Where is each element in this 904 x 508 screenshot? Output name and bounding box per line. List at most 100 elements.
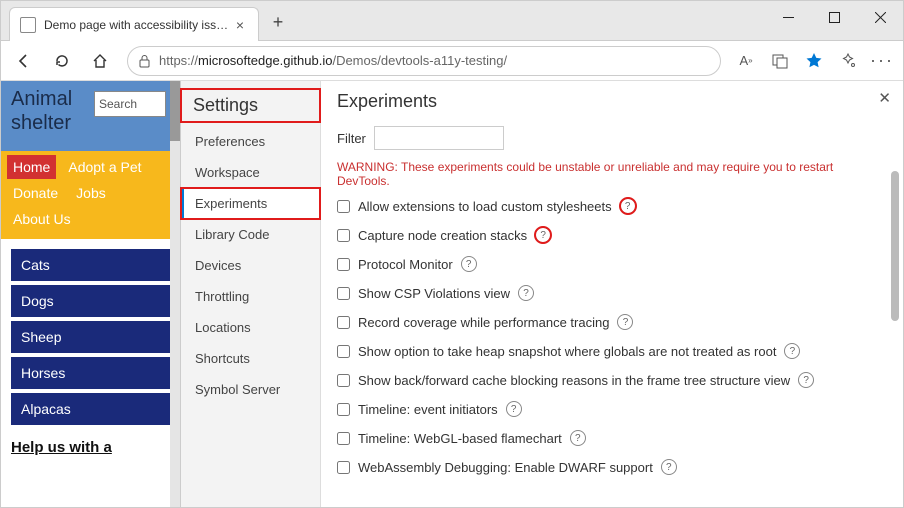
nav-jobs[interactable]: Jobs bbox=[70, 181, 112, 205]
nav-adopt[interactable]: Adopt a Pet bbox=[62, 155, 147, 179]
site-header: Animal shelter Search bbox=[1, 81, 180, 151]
content-area: Animal shelter Search Home Adopt a Pet D… bbox=[1, 81, 903, 507]
address-bar[interactable]: https://microsoftedge.github.io/Demos/de… bbox=[127, 46, 721, 76]
help-icon[interactable]: ? bbox=[784, 343, 800, 359]
experiment-checkbox[interactable] bbox=[337, 461, 350, 474]
filter-label: Filter bbox=[337, 131, 366, 146]
translate-icon[interactable] bbox=[765, 46, 795, 76]
experiment-checkbox[interactable] bbox=[337, 432, 350, 445]
experiment-row: Capture node creation stacks? bbox=[337, 227, 887, 243]
experiment-label: Timeline: WebGL-based flamechart bbox=[358, 431, 562, 446]
menu-button[interactable]: ··· bbox=[867, 46, 897, 76]
experiment-checkbox[interactable] bbox=[337, 258, 350, 271]
help-icon[interactable]: ? bbox=[798, 372, 814, 388]
category-list: Cats Dogs Sheep Horses Alpacas bbox=[1, 239, 180, 425]
devtools-panel: Settings Preferences Workspace Experimen… bbox=[180, 81, 903, 507]
help-icon[interactable]: ? bbox=[570, 430, 586, 446]
close-settings-icon[interactable]: ✕ bbox=[878, 89, 891, 107]
search-input[interactable]: Search bbox=[94, 91, 166, 117]
experiment-label: Show option to take heap snapshot where … bbox=[358, 344, 776, 359]
settings-experiments[interactable]: Experiments bbox=[181, 188, 320, 219]
experiment-label: Show CSP Violations view bbox=[358, 286, 510, 301]
help-heading: Help us with a bbox=[1, 429, 180, 466]
settings-locations[interactable]: Locations bbox=[181, 312, 320, 343]
filter-input[interactable] bbox=[374, 126, 504, 150]
new-tab-button[interactable]: + bbox=[263, 7, 293, 37]
settings-throttling[interactable]: Throttling bbox=[181, 281, 320, 312]
warning-text: WARNING: These experiments could be unst… bbox=[337, 160, 887, 188]
experiment-checkbox[interactable] bbox=[337, 229, 350, 242]
window-titlebar: Demo page with accessibility issues × + bbox=[1, 1, 903, 41]
experiment-row: Show option to take heap snapshot where … bbox=[337, 343, 887, 359]
experiment-label: Capture node creation stacks bbox=[358, 228, 527, 243]
page-icon bbox=[20, 17, 36, 33]
nav-home[interactable]: Home bbox=[7, 155, 56, 179]
copilot-icon[interactable] bbox=[833, 46, 863, 76]
experiment-label: Allow extensions to load custom styleshe… bbox=[358, 199, 612, 214]
cat-sheep[interactable]: Sheep bbox=[11, 321, 170, 353]
tab-title: Demo page with accessibility issues bbox=[44, 18, 232, 32]
nav-about[interactable]: About Us bbox=[7, 207, 77, 231]
reader-icon[interactable]: A» bbox=[731, 46, 761, 76]
experiments-heading: Experiments bbox=[337, 91, 887, 112]
experiment-label: Show back/forward cache blocking reasons… bbox=[358, 373, 790, 388]
settings-preferences[interactable]: Preferences bbox=[181, 126, 320, 157]
rendered-page: Animal shelter Search Home Adopt a Pet D… bbox=[1, 81, 180, 507]
settings-main: ✕ Experiments Filter WARNING: These expe… bbox=[321, 81, 903, 507]
favorite-star-icon[interactable] bbox=[799, 46, 829, 76]
nav-donate[interactable]: Donate bbox=[7, 181, 64, 205]
settings-symbol-server[interactable]: Symbol Server bbox=[181, 374, 320, 405]
settings-heading: Settings bbox=[181, 89, 320, 122]
cat-horses[interactable]: Horses bbox=[11, 357, 170, 389]
back-button[interactable] bbox=[7, 45, 41, 77]
experiment-checkbox[interactable] bbox=[337, 287, 350, 300]
experiment-checkbox[interactable] bbox=[337, 200, 350, 213]
window-controls bbox=[765, 1, 903, 33]
experiment-label: Protocol Monitor bbox=[358, 257, 453, 272]
window-close-button[interactable] bbox=[857, 1, 903, 33]
experiment-label: Record coverage while performance tracin… bbox=[358, 315, 609, 330]
experiment-label: WebAssembly Debugging: Enable DWARF supp… bbox=[358, 460, 653, 475]
help-icon[interactable]: ? bbox=[518, 285, 534, 301]
help-icon[interactable]: ? bbox=[661, 459, 677, 475]
settings-devices[interactable]: Devices bbox=[181, 250, 320, 281]
experiment-label: Timeline: event initiators bbox=[358, 402, 498, 417]
settings-sidebar: Settings Preferences Workspace Experimen… bbox=[181, 81, 321, 507]
url-text: https://microsoftedge.github.io/Demos/de… bbox=[159, 53, 507, 68]
cat-cats[interactable]: Cats bbox=[11, 249, 170, 281]
cat-alpacas[interactable]: Alpacas bbox=[11, 393, 170, 425]
settings-shortcuts[interactable]: Shortcuts bbox=[181, 343, 320, 374]
maximize-button[interactable] bbox=[811, 1, 857, 33]
home-button[interactable] bbox=[83, 45, 117, 77]
experiment-row: Record coverage while performance tracin… bbox=[337, 314, 887, 330]
filter-row: Filter bbox=[337, 126, 887, 150]
settings-library-code[interactable]: Library Code bbox=[181, 219, 320, 250]
help-icon[interactable]: ? bbox=[461, 256, 477, 272]
experiment-row: Allow extensions to load custom styleshe… bbox=[337, 198, 887, 214]
refresh-button[interactable] bbox=[45, 45, 79, 77]
browser-tab[interactable]: Demo page with accessibility issues × bbox=[9, 7, 259, 41]
devtools-scrollbar[interactable] bbox=[891, 171, 899, 321]
help-icon[interactable]: ? bbox=[620, 198, 636, 214]
experiments-list: Allow extensions to load custom styleshe… bbox=[337, 198, 887, 475]
experiment-row: WebAssembly Debugging: Enable DWARF supp… bbox=[337, 459, 887, 475]
browser-toolbar: https://microsoftedge.github.io/Demos/de… bbox=[1, 41, 903, 81]
experiment-checkbox[interactable] bbox=[337, 345, 350, 358]
experiment-row: Protocol Monitor? bbox=[337, 256, 887, 272]
experiment-checkbox[interactable] bbox=[337, 316, 350, 329]
experiment-checkbox[interactable] bbox=[337, 374, 350, 387]
experiment-row: Show back/forward cache blocking reasons… bbox=[337, 372, 887, 388]
help-icon[interactable]: ? bbox=[617, 314, 633, 330]
help-icon[interactable]: ? bbox=[535, 227, 551, 243]
minimize-button[interactable] bbox=[765, 1, 811, 33]
close-tab-icon[interactable]: × bbox=[232, 17, 248, 33]
settings-workspace[interactable]: Workspace bbox=[181, 157, 320, 188]
cat-dogs[interactable]: Dogs bbox=[11, 285, 170, 317]
experiment-row: Show CSP Violations view? bbox=[337, 285, 887, 301]
page-scrollbar[interactable] bbox=[170, 81, 180, 507]
experiment-checkbox[interactable] bbox=[337, 403, 350, 416]
help-icon[interactable]: ? bbox=[506, 401, 522, 417]
experiment-row: Timeline: WebGL-based flamechart? bbox=[337, 430, 887, 446]
experiment-row: Timeline: event initiators? bbox=[337, 401, 887, 417]
lock-icon bbox=[138, 54, 151, 68]
